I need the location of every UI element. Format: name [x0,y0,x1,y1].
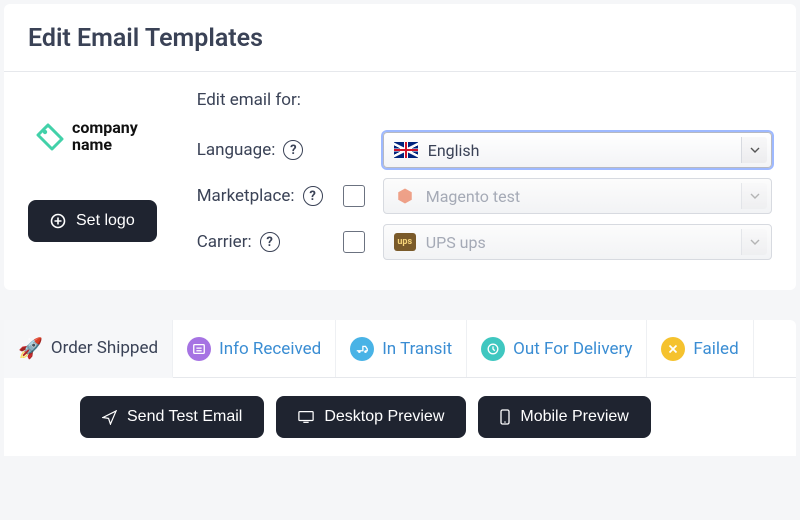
marketplace-select[interactable]: Magento test [383,178,772,214]
chevron-down-icon [741,229,767,255]
marketplace-label: Marketplace: ? [197,186,337,206]
marketplace-value: Magento test [426,187,520,206]
desktop-icon [298,410,314,424]
carrier-row: Carrier: ? ups UPS ups [197,224,772,260]
template-tabs: 🚀 Order Shipped Info Received In Transit… [4,320,796,378]
desktop-preview-button[interactable]: Desktop Preview [276,396,466,438]
failed-icon [661,337,685,361]
language-value: English [428,141,480,160]
out-for-delivery-icon [481,337,505,361]
help-icon[interactable]: ? [260,232,280,252]
tab-in-transit[interactable]: In Transit [336,320,467,377]
logo-line2: name [72,137,138,154]
tab-label: Failed [693,339,738,359]
tag-icon [34,121,66,153]
rocket-icon: 🚀 [18,336,43,360]
help-icon[interactable]: ? [283,140,303,160]
tab-label: Order Shipped [51,338,158,358]
button-label: Desktop Preview [324,408,444,426]
card-header: Edit Email Templates [4,4,796,72]
carrier-value: UPS ups [426,233,486,252]
carrier-label: Carrier: ? [197,232,337,252]
form-column: Edit email for: Language: ? English M [197,90,772,270]
tab-label: Out For Delivery [513,339,632,359]
tab-out-for-delivery[interactable]: Out For Delivery [467,320,647,377]
magento-icon [394,186,416,206]
info-received-icon [187,337,211,361]
marketplace-checkbox[interactable] [343,185,365,207]
logo-text: company name [72,120,138,154]
uk-flag-icon [394,142,418,158]
set-logo-label: Set logo [76,212,135,230]
ups-icon: ups [394,233,416,251]
preview-actions: Send Test Email Desktop Preview Mobile P… [4,378,796,456]
edit-templates-card: Edit Email Templates company name [4,4,796,290]
chevron-down-icon [741,137,767,163]
card-body: company name Set logo Edit email for: La… [4,72,796,290]
language-select[interactable]: English [383,132,772,168]
mobile-icon [500,409,510,425]
page-title: Edit Email Templates [28,24,772,53]
tab-order-shipped[interactable]: 🚀 Order Shipped [4,320,173,378]
send-test-email-button[interactable]: Send Test Email [80,396,264,438]
button-label: Mobile Preview [520,408,628,426]
help-icon[interactable]: ? [303,186,323,206]
carrier-checkbox[interactable] [343,231,365,253]
tab-failed[interactable]: Failed [647,320,753,377]
logo-column: company name Set logo [28,90,157,270]
tab-label: Info Received [219,339,321,359]
language-label: Language: ? [197,140,337,160]
language-row: Language: ? English [197,132,772,168]
tabs-container: 🚀 Order Shipped Info Received In Transit… [4,320,796,456]
tab-label: In Transit [382,339,452,359]
chevron-down-icon [741,183,767,209]
edit-for-label: Edit email for: [197,90,772,110]
company-logo: company name [28,120,138,154]
button-label: Send Test Email [127,408,242,426]
carrier-select[interactable]: ups UPS ups [383,224,772,260]
mobile-preview-button[interactable]: Mobile Preview [478,396,650,438]
set-logo-button[interactable]: Set logo [28,200,157,242]
plus-circle-icon [50,213,66,229]
in-transit-icon [350,337,374,361]
tab-info-received[interactable]: Info Received [173,320,336,377]
paper-plane-icon [102,410,117,425]
marketplace-row: Marketplace: ? Magento test [197,178,772,214]
